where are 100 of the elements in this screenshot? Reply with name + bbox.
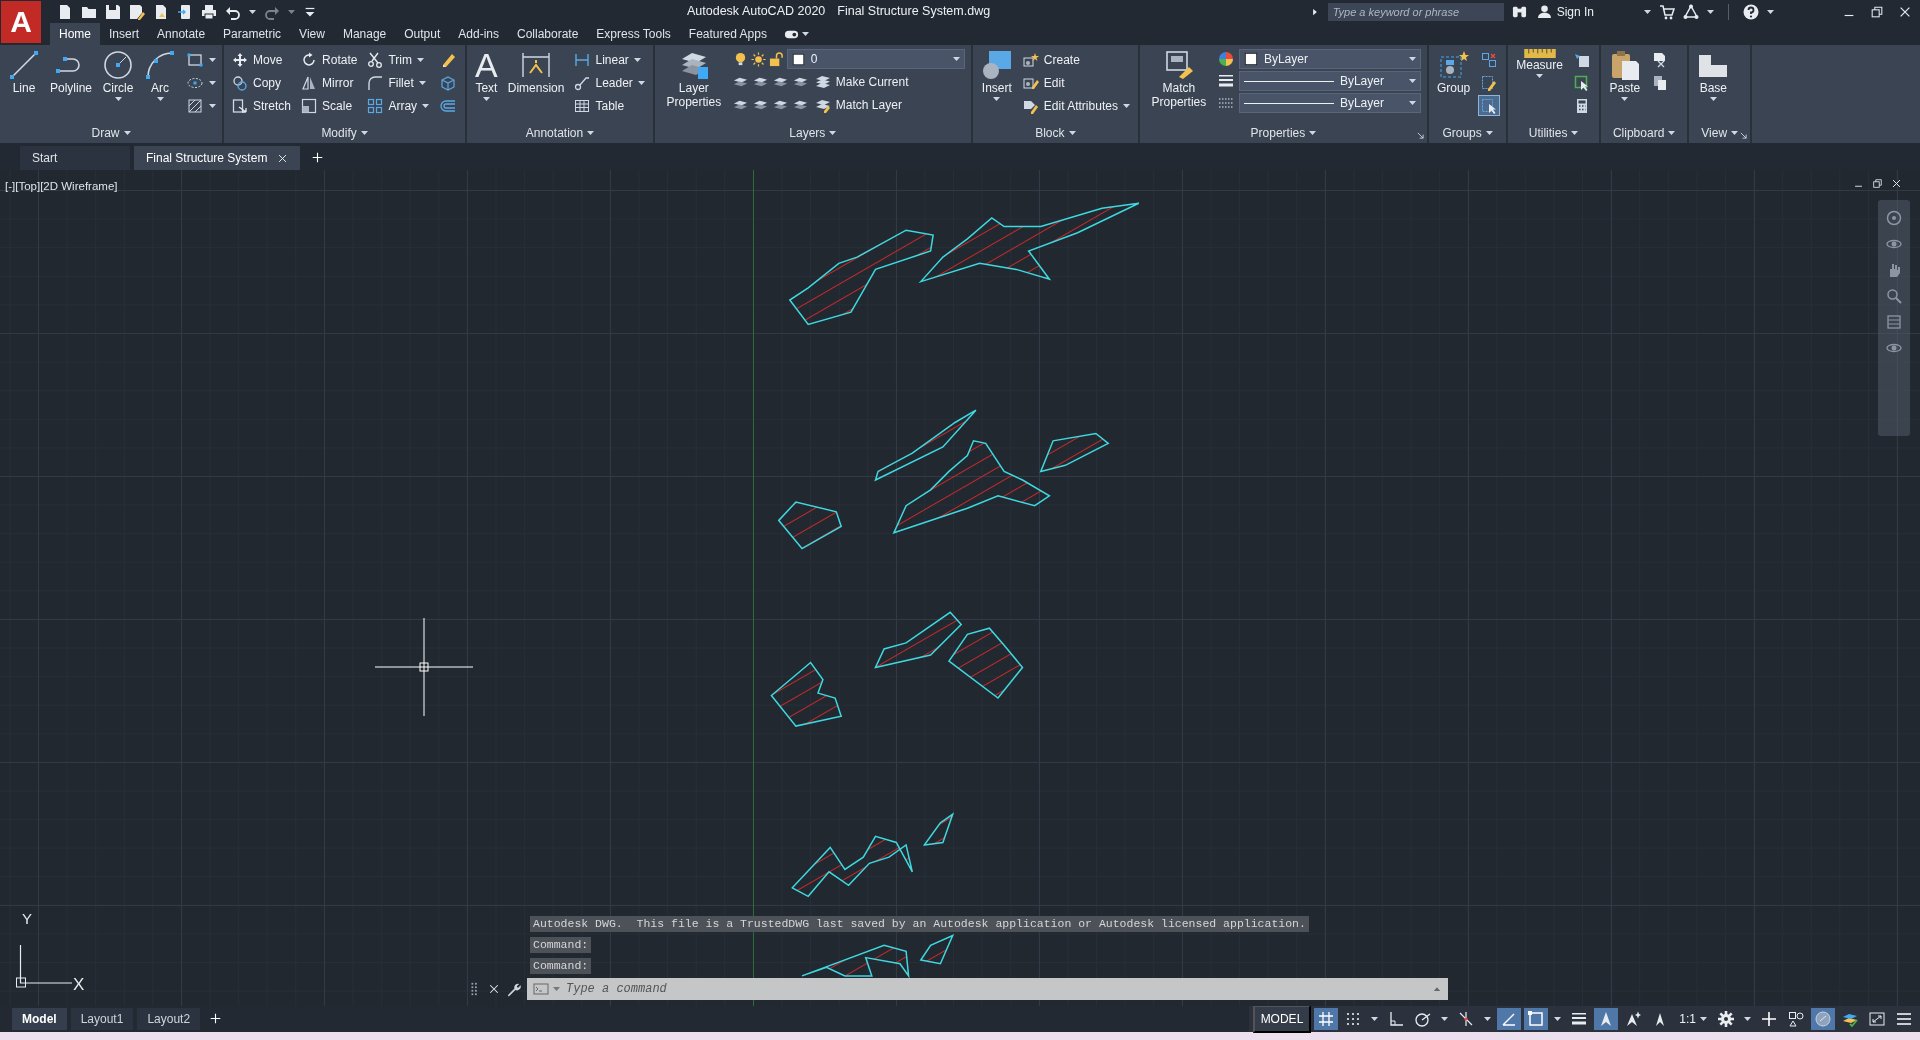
ribbon-button[interactable]: Polyline <box>48 49 95 123</box>
ribbon-button[interactable]: Circle <box>100 49 137 123</box>
caret-icon <box>952 57 960 61</box>
status-toggle[interactable] <box>1594 1008 1619 1030</box>
sun-icon[interactable] <box>750 51 766 67</box>
ribbon-button[interactable]: Edit Attributes <box>1020 95 1132 116</box>
triangle-nodes-icon[interactable] <box>1683 3 1699 20</box>
sign-in-button[interactable]: Sign In <box>1534 1 1596 22</box>
property-dropdown[interactable]: ByLayer <box>1238 71 1421 91</box>
thick-lines-icon[interactable] <box>1217 73 1234 89</box>
ribbon-button[interactable]: Layer Properties <box>660 49 727 123</box>
viewport-label[interactable]: [-][Top][2D Wireframe] <box>5 178 118 196</box>
ribbon-button[interactable]: Trim <box>365 49 432 70</box>
tool-toggle[interactable] <box>1478 95 1501 116</box>
launcher-arrow-icon[interactable] <box>1416 132 1424 139</box>
ribbon-button[interactable]: Line <box>6 49 42 123</box>
ribbon-tab[interactable]: Collaborate <box>508 23 588 45</box>
ribbon-button[interactable]: A Text <box>473 49 500 123</box>
caret-icon <box>1571 131 1579 135</box>
fullscreen-icon <box>1869 1011 1885 1027</box>
ribbon-button[interactable]: Dimension <box>505 49 567 123</box>
ribbon-button[interactable]: Leader <box>572 72 647 93</box>
status-toggle[interactable] <box>1524 1008 1549 1030</box>
ribbon-button[interactable]: Edit <box>1020 72 1132 93</box>
ribbon-button[interactable]: Move <box>230 49 294 70</box>
property-dropdown[interactable]: ByLayer <box>1238 49 1421 69</box>
ribbon-button[interactable]: Stretch <box>230 95 294 116</box>
help-icon[interactable] <box>1743 3 1759 20</box>
caret-icon <box>1731 131 1739 135</box>
scale-dropdown[interactable]: 1:1 <box>1675 1008 1711 1030</box>
ribbon-button[interactable]: Base <box>1695 49 1732 123</box>
ribbon-tab[interactable]: Manage <box>333 23 396 45</box>
launcher-arrow-icon[interactable] <box>1740 132 1748 139</box>
grid-squares-icon <box>367 97 384 114</box>
ribbon-button[interactable]: Copy <box>230 72 294 93</box>
layout-tab[interactable]: Layout1 <box>70 1008 134 1030</box>
model-space-button[interactable]: MODEL <box>1252 1005 1312 1033</box>
close-icon[interactable] <box>277 152 289 164</box>
ribbon-tab[interactable]: Express Tools <box>587 23 680 45</box>
ribbon-tab[interactable]: Add-ins <box>449 23 508 45</box>
ribbon-tab[interactable]: Parametric <box>214 23 291 45</box>
ribbon-button[interactable]: Paste <box>1606 49 1643 123</box>
plus-icon[interactable] <box>312 152 324 163</box>
layer-dropdown[interactable]: 0 <box>786 49 965 69</box>
color-wheel-icon[interactable] <box>1217 51 1234 67</box>
floppy-pencil-icon[interactable] <box>129 3 145 20</box>
ribbon-tab[interactable]: View <box>290 23 334 45</box>
ribbon-button[interactable]: Fillet <box>365 72 432 93</box>
caret-icon <box>1644 9 1651 14</box>
close-icon[interactable] <box>488 983 500 995</box>
plus-icon[interactable] <box>210 1013 222 1024</box>
open-padlock-icon[interactable] <box>768 51 784 67</box>
cart-icon[interactable] <box>1659 3 1675 20</box>
ribbon-button[interactable]: Match Layer <box>812 94 904 115</box>
ribbon-tab[interactable]: Annotate <box>148 23 215 45</box>
polar-circle-icon <box>1415 1011 1432 1027</box>
ribbon-button[interactable]: Make Current <box>812 71 911 92</box>
page-icon[interactable] <box>57 3 73 20</box>
ribbon-tab[interactable]: Insert <box>100 23 149 45</box>
device-arrow-icon[interactable] <box>177 3 193 20</box>
panel-title: View <box>1701 125 1728 142</box>
layout-tab[interactable]: Layout2 <box>137 1008 201 1030</box>
document-tab[interactable]: Final Structure System <box>134 146 301 170</box>
ribbon-button[interactable]: Scale <box>299 95 360 116</box>
ribbon-button[interactable]: Rotate <box>299 49 360 70</box>
caret-icon <box>288 9 295 14</box>
ribbon-button[interactable]: Table <box>572 95 647 116</box>
layout-tab[interactable]: Model <box>12 1008 67 1030</box>
binoculars-icon[interactable] <box>1511 4 1527 19</box>
ribbon-button[interactable]: Mirror <box>299 72 360 93</box>
ribbon-tab[interactable]: Home <box>50 23 100 45</box>
ribbon-tab[interactable]: Featured Apps <box>679 23 776 45</box>
ribbon-button[interactable]: Array <box>365 95 432 116</box>
restore-icon[interactable] <box>1872 178 1883 189</box>
property-dropdown[interactable]: ByLayer <box>1238 93 1421 113</box>
search-field[interactable]: Type a keyword or phrase <box>1327 2 1504 21</box>
steering-wheel-icon[interactable] <box>1886 210 1902 226</box>
close-icon[interactable] <box>1891 178 1902 189</box>
ribbon-button[interactable]: Create <box>1020 49 1132 70</box>
status-toggle[interactable] <box>1497 1008 1522 1030</box>
status-toggle[interactable] <box>1314 1008 1339 1030</box>
page-arrow-icon[interactable] <box>153 3 169 20</box>
ribbon-button[interactable]: Arc <box>142 49 179 123</box>
restore-icon[interactable] <box>1870 4 1884 19</box>
document-tab[interactable]: Start <box>20 146 130 170</box>
magnifier-icon[interactable] <box>1886 288 1902 304</box>
printer-icon[interactable] <box>201 3 217 20</box>
ribbon-button[interactable]: Match Properties <box>1145 49 1212 123</box>
ribbon-button[interactable]: Linear <box>572 49 647 70</box>
ribbon-button[interactable]: Measure <box>1514 49 1565 123</box>
dashed-lines-icon[interactable] <box>1217 95 1234 111</box>
status-toggle[interactable] <box>1811 1008 1835 1030</box>
ribbon-tab[interactable]: Output <box>395 23 450 45</box>
wrench-icon[interactable] <box>506 981 521 997</box>
panel-title: Groups <box>1442 125 1482 142</box>
ribbon-button[interactable]: Group <box>1434 49 1473 123</box>
ribbon-button[interactable]: Insert <box>978 49 1015 123</box>
caret-icon <box>1767 9 1774 14</box>
filmstrip-icon[interactable] <box>1886 314 1902 330</box>
app-logo[interactable]: A <box>1 1 41 43</box>
